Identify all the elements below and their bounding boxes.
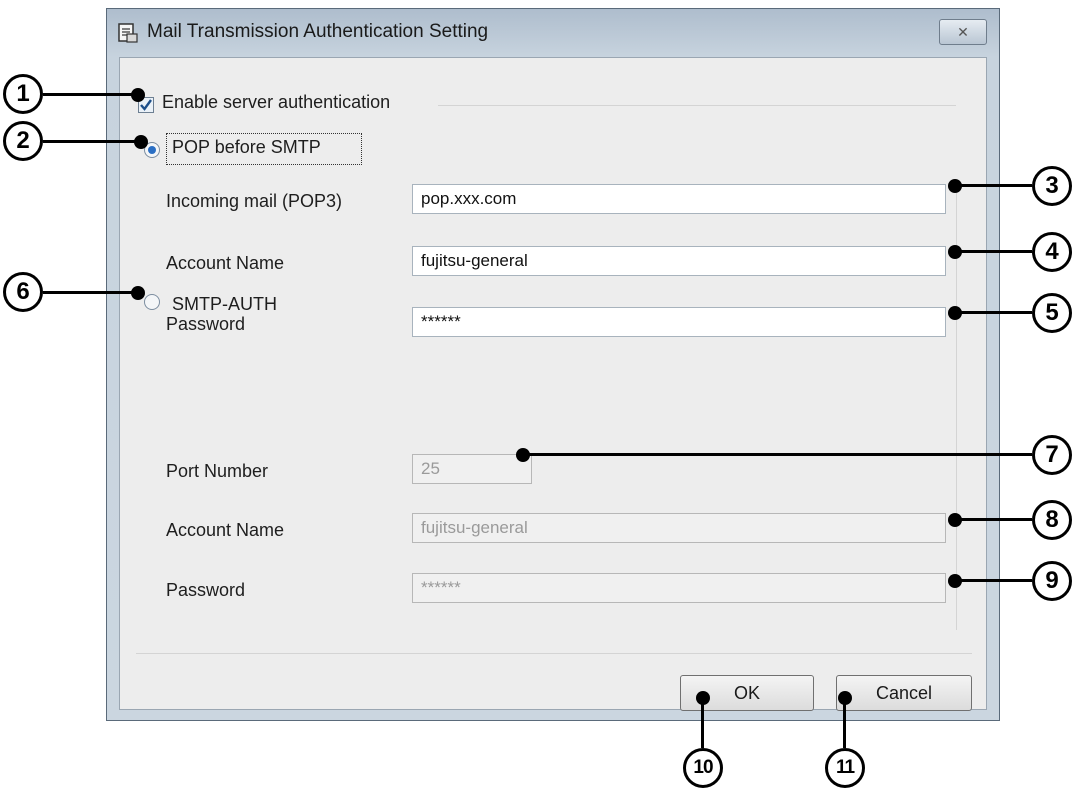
callout-4-leader	[954, 250, 1032, 253]
smtp-password-label: Password	[166, 580, 246, 600]
mail-settings-icon	[118, 23, 138, 43]
callout-11-leader	[843, 698, 846, 748]
callout-3-leader	[954, 184, 1032, 187]
callout-9-leader	[954, 579, 1032, 582]
callout-2-dot	[134, 135, 148, 149]
smtp-account-name-label: Account Name	[166, 520, 285, 540]
incoming-mail-input[interactable]: pop.xxx.com	[412, 184, 946, 214]
callout-7-dot	[516, 448, 530, 462]
callout-4-dot	[948, 245, 962, 259]
pop-account-name-input[interactable]: fujitsu-general	[412, 246, 946, 276]
callout-3: 3	[1032, 166, 1072, 206]
divider	[438, 105, 956, 106]
smtp-auth-label: SMTP-AUTH	[172, 294, 277, 314]
callout-1-leader	[43, 93, 137, 96]
pop-password-label: Password	[166, 314, 246, 334]
callout-5: 5	[1032, 293, 1072, 333]
dialog-body: Enable server authentication POP before …	[119, 57, 987, 711]
callout-10-leader	[701, 698, 704, 748]
callout-9: 9	[1032, 561, 1072, 601]
callout-4: 4	[1032, 232, 1072, 272]
pop-before-smtp-label: POP before SMTP	[172, 137, 321, 157]
callout-6-dot	[131, 286, 145, 300]
dialog-window: Mail Transmission Authentication Setting…	[106, 8, 1000, 721]
port-number-input[interactable]: 25	[412, 454, 532, 484]
port-number-label: Port Number	[166, 461, 269, 481]
enable-auth-label: Enable server authentication	[162, 92, 391, 112]
callout-11: 11	[825, 748, 865, 788]
callout-2-leader	[43, 140, 140, 143]
callout-5-leader	[954, 311, 1032, 314]
callout-6: 6	[3, 272, 43, 312]
window-title: Mail Transmission Authentication Setting	[147, 21, 489, 42]
callout-8-leader	[954, 518, 1032, 521]
bottom-divider	[136, 653, 972, 654]
cancel-button[interactable]: Cancel	[836, 675, 972, 711]
pop-account-name-label: Account Name	[166, 253, 285, 273]
callout-2: 2	[3, 121, 43, 161]
callout-8: 8	[1032, 500, 1072, 540]
callout-10: 10	[683, 748, 723, 788]
callout-5-dot	[948, 306, 962, 320]
incoming-mail-label: Incoming mail (POP3)	[166, 191, 343, 211]
pop-password-input[interactable]: ******	[412, 307, 946, 337]
close-button[interactable]: ✕	[939, 19, 987, 45]
callout-1-dot	[131, 88, 145, 102]
callout-7: 7	[1032, 435, 1072, 475]
smtp-password-input[interactable]: ******	[412, 573, 946, 603]
smtp-auth-radio[interactable]	[144, 294, 160, 310]
callout-3-dot	[948, 179, 962, 193]
callout-9-dot	[948, 574, 962, 588]
callout-6-leader	[43, 291, 137, 294]
smtp-account-name-input[interactable]: fujitsu-general	[412, 513, 946, 543]
callout-1: 1	[3, 74, 43, 114]
title-bar[interactable]: Mail Transmission Authentication Setting…	[107, 9, 999, 57]
callout-8-dot	[948, 513, 962, 527]
callout-7-leader	[522, 453, 1032, 456]
